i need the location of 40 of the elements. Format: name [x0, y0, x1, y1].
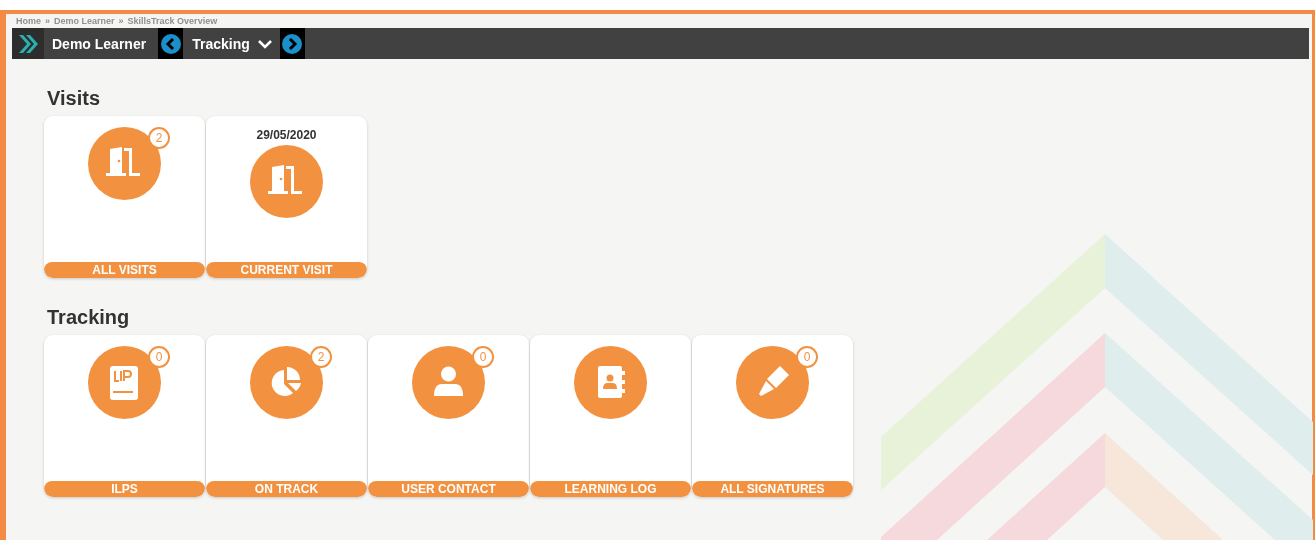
address-book-icon — [574, 346, 647, 419]
section-heading: Visits — [47, 87, 101, 110]
tile-label: USER CONTACT — [368, 481, 529, 497]
tile-label: ALL VISITS — [44, 262, 205, 278]
tile-card[interactable]: LEARNING LOG — [530, 335, 691, 497]
door-icon — [88, 127, 161, 200]
count-badge: 0 — [796, 346, 818, 368]
tile-label: ILPS — [44, 481, 205, 497]
next-icon[interactable] — [279, 28, 305, 59]
learner-name: Demo Learner — [52, 35, 147, 52]
count-badge: 2 — [310, 346, 332, 368]
section-dropdown[interactable]: Tracking — [183, 35, 258, 52]
tile-card[interactable]: 0 USER CONTACT — [368, 335, 529, 497]
breadcrumb-link[interactable]: Home — [16, 16, 41, 26]
pen-icon — [736, 346, 809, 419]
tile-card[interactable]: 2 ON TRACK — [206, 335, 367, 497]
tile-label: CURRENT VISIT — [206, 262, 367, 278]
user-icon — [412, 346, 485, 419]
tile-card[interactable]: 0 ILPS — [44, 335, 205, 497]
breadcrumb-separator: » — [45, 16, 51, 26]
breadcrumb-link[interactable]: SkillsTrack Overview — [127, 16, 218, 26]
chevrons-icon[interactable] — [12, 28, 44, 59]
tile-label: LEARNING LOG — [530, 481, 691, 497]
caret-icon[interactable] — [257, 38, 272, 49]
breadcrumb-separator: » — [118, 16, 124, 26]
breadcrumb-link[interactable]: Demo Learner — [54, 16, 115, 26]
tile-label: ALL SIGNATURES — [692, 481, 853, 497]
count-badge: 0 — [472, 346, 494, 368]
count-badge: 0 — [148, 346, 170, 368]
visit-date: 29/05/2020 — [256, 128, 317, 142]
pie-chart-icon — [250, 346, 323, 419]
tile-card[interactable]: 29/05/2020 CURRENT VISIT — [206, 116, 367, 278]
door-icon — [250, 145, 323, 218]
book-icon — [88, 346, 161, 419]
section-heading: Tracking — [47, 306, 131, 329]
tile-label: ON TRACK — [206, 481, 367, 497]
previous-icon[interactable] — [158, 28, 184, 59]
tile-card[interactable]: 0 ALL SIGNATURES — [692, 335, 853, 497]
tile-card[interactable]: 2 ALL VISITS — [44, 116, 205, 278]
count-badge: 2 — [148, 127, 170, 149]
